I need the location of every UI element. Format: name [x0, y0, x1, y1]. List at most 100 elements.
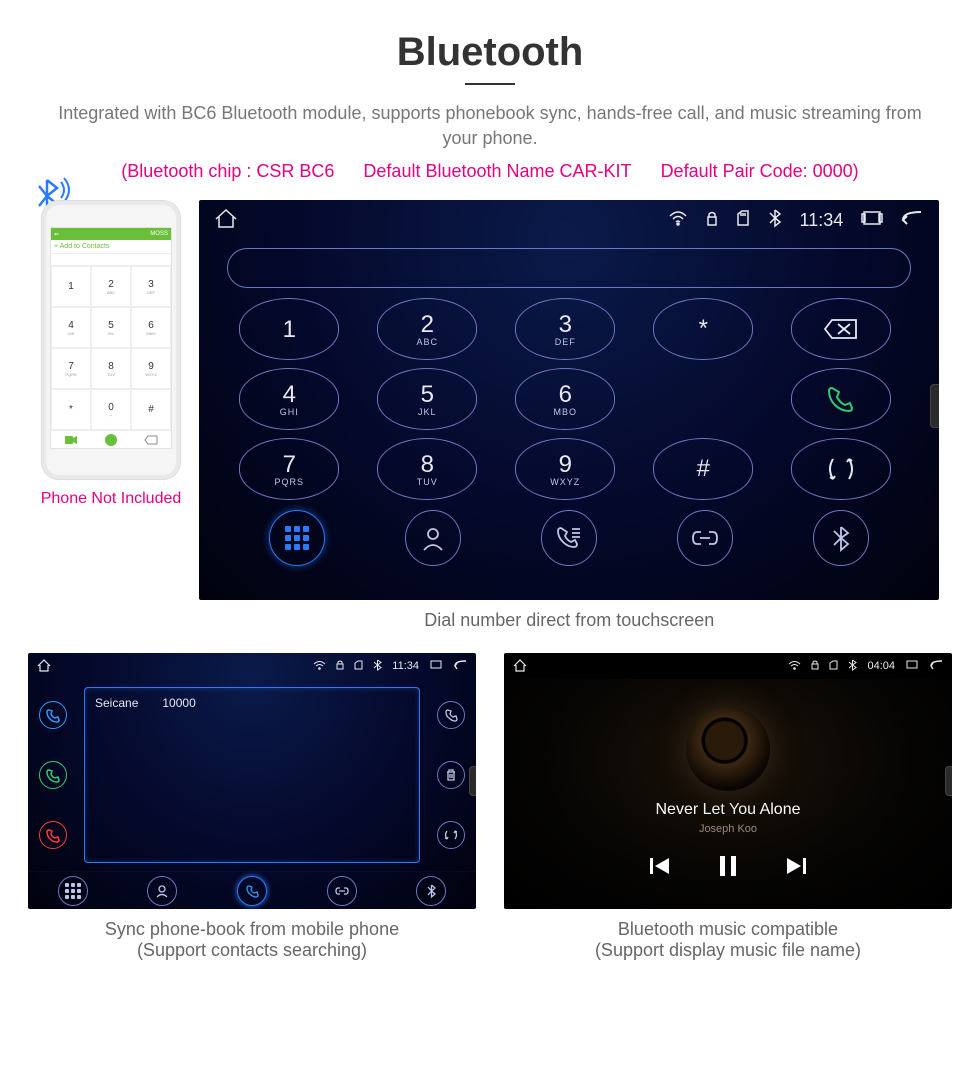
- dialpad-icon: [285, 526, 309, 550]
- album-art: [686, 707, 770, 791]
- nav-call-log[interactable]: [237, 876, 267, 906]
- pause-button[interactable]: [719, 855, 737, 882]
- video-call-icon[interactable]: [65, 435, 77, 445]
- key-9[interactable]: 9WXYZ: [515, 438, 615, 500]
- wifi-icon: [788, 660, 801, 673]
- sync-button[interactable]: [437, 821, 465, 849]
- key-4[interactable]: 4GHI: [239, 368, 339, 430]
- phone-key-2[interactable]: 2ABC: [91, 266, 131, 307]
- music-screen: 04:04 Never Let You Alone Joseph Koo: [504, 653, 952, 909]
- nav-bluetooth[interactable]: [416, 876, 446, 906]
- phone-caption: Phone Not Included: [41, 490, 182, 508]
- side-drawer-handle[interactable]: [930, 384, 939, 428]
- wifi-icon: [668, 210, 688, 231]
- dialpad-icon: [65, 883, 81, 899]
- bluetooth-status-icon: [848, 659, 857, 674]
- recents-icon[interactable]: [905, 659, 919, 673]
- delete-contact-button[interactable]: [437, 761, 465, 789]
- call-button[interactable]: [105, 434, 117, 446]
- side-drawer-handle[interactable]: [945, 766, 952, 796]
- phone-key-9[interactable]: 9WXYZ: [131, 348, 171, 389]
- statusbar: 11:34: [28, 653, 476, 679]
- phone-key-0[interactable]: 0+: [91, 389, 131, 430]
- home-icon[interactable]: [36, 658, 52, 675]
- key-8[interactable]: 8TUV: [377, 438, 477, 500]
- key-2[interactable]: 2ABC: [377, 298, 477, 360]
- incoming-icon[interactable]: [39, 701, 67, 729]
- phone-mockup: ⇐MOSS + Add to Contacts 1 2ABC 3DEF 4GHI…: [41, 200, 181, 480]
- bluetooth-status-icon: [373, 659, 382, 674]
- key-call[interactable]: [791, 368, 891, 430]
- phone-key-1[interactable]: 1: [51, 266, 91, 307]
- phone-key-7[interactable]: 7PQRS: [51, 348, 91, 389]
- phone-key-3[interactable]: 3DEF: [131, 266, 171, 307]
- sd-card-icon: [736, 210, 750, 231]
- bluetooth-icon: [831, 525, 851, 551]
- status-time: 11:34: [392, 660, 419, 672]
- status-time: 04:04: [867, 660, 895, 672]
- sd-card-icon: [829, 660, 838, 673]
- bluetooth-status-icon: [768, 209, 782, 232]
- key-5[interactable]: 5JKL: [377, 368, 477, 430]
- list-item[interactable]: Seicane 10000: [95, 694, 409, 712]
- back-icon[interactable]: [929, 659, 944, 673]
- key-star[interactable]: *: [653, 298, 753, 360]
- phone-list-icon: [556, 525, 582, 551]
- bottom-nav: [199, 500, 939, 578]
- call-contact-button[interactable]: [437, 701, 465, 729]
- bluetooth-specs: (Bluetooth chip : CSR BC6 Default Blueto…: [0, 161, 980, 182]
- next-icon: [785, 856, 807, 876]
- swap-icon: [827, 455, 855, 483]
- back-icon[interactable]: [901, 209, 925, 232]
- key-hash[interactable]: #: [653, 438, 753, 500]
- phone-key-hash[interactable]: #: [131, 389, 171, 430]
- nav-pair[interactable]: [677, 510, 733, 566]
- link-icon: [334, 885, 350, 897]
- previous-button[interactable]: [649, 856, 671, 881]
- key-backspace[interactable]: [791, 298, 891, 360]
- next-button[interactable]: [785, 856, 807, 881]
- key-7[interactable]: 7PQRS: [239, 438, 339, 500]
- key-6[interactable]: 6MBO: [515, 368, 615, 430]
- home-icon[interactable]: [512, 658, 528, 675]
- nav-contacts[interactable]: [147, 876, 177, 906]
- recents-icon[interactable]: [429, 659, 443, 673]
- back-icon[interactable]: [453, 659, 468, 673]
- dialer-caption: Dial number direct from touchscreen: [424, 610, 714, 631]
- call-type-rail: [28, 679, 78, 871]
- sd-card-icon: [354, 660, 363, 673]
- dialer-screen: 11:34 1 2ABC 3DEF * 4GHI 5JKL 6MBO 7PQRS…: [199, 200, 939, 600]
- nav-call-log[interactable]: [541, 510, 597, 566]
- nav-contacts[interactable]: [405, 510, 461, 566]
- outgoing-icon[interactable]: [39, 761, 67, 789]
- phone-key-star[interactable]: *: [51, 389, 91, 430]
- contacts-list[interactable]: Seicane 10000: [84, 687, 420, 863]
- page-header: Bluetooth: [0, 30, 980, 85]
- phone-key-4[interactable]: 4GHI: [51, 307, 91, 348]
- playback-controls: [649, 855, 807, 882]
- recents-icon[interactable]: [861, 209, 883, 232]
- key-blank: [653, 368, 753, 430]
- lock-icon: [706, 210, 718, 231]
- backspace-icon[interactable]: [145, 435, 157, 445]
- track-title: Never Let You Alone: [655, 801, 800, 819]
- dialer-input[interactable]: [227, 248, 911, 288]
- nav-bluetooth[interactable]: [813, 510, 869, 566]
- phone-key-6[interactable]: 6MNO: [131, 307, 171, 348]
- side-drawer-handle[interactable]: [469, 766, 476, 796]
- key-swap[interactable]: [791, 438, 891, 500]
- nav-pair[interactable]: [327, 876, 357, 906]
- pause-icon: [719, 855, 737, 877]
- key-1[interactable]: 1: [239, 298, 339, 360]
- backspace-icon: [824, 318, 858, 340]
- phone-key-5[interactable]: 5JKL: [91, 307, 131, 348]
- nav-dialpad[interactable]: [58, 876, 88, 906]
- track-artist: Joseph Koo: [699, 823, 757, 835]
- nav-dialpad[interactable]: [269, 510, 325, 566]
- key-3[interactable]: 3DEF: [515, 298, 615, 360]
- add-to-contacts-button[interactable]: + Add to Contacts: [51, 240, 171, 254]
- phone-key-8[interactable]: 8TUV: [91, 348, 131, 389]
- home-icon[interactable]: [213, 207, 239, 234]
- phone-number-input[interactable]: [51, 254, 171, 266]
- missed-icon[interactable]: [39, 821, 67, 849]
